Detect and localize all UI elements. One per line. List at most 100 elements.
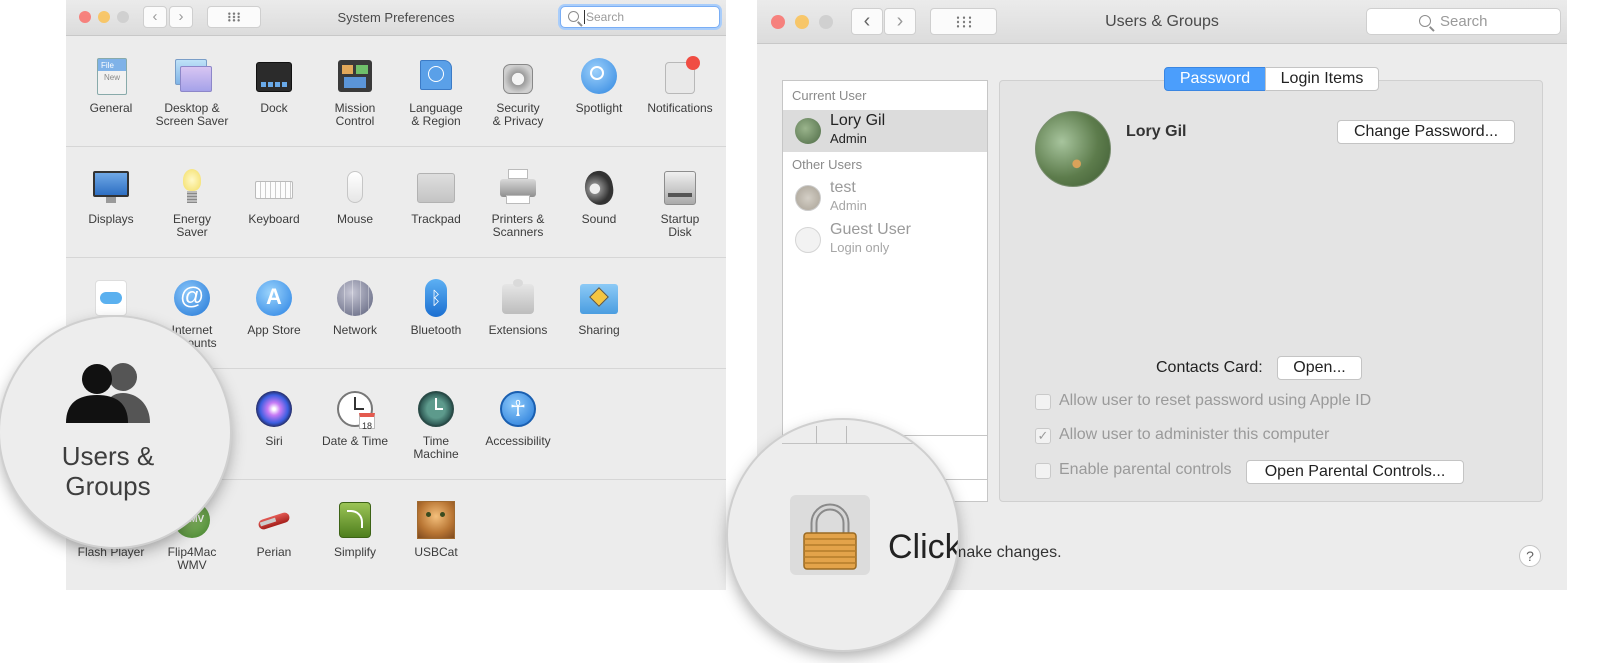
pref-label: Spotlight	[575, 101, 623, 115]
option-label: Enable parental controls	[1059, 461, 1232, 478]
pref-label: App Store	[247, 323, 301, 337]
desktop-screensaver-icon	[172, 56, 212, 96]
pref-label: Dock	[260, 101, 288, 115]
user-role: Admin	[830, 131, 867, 146]
user-name: Guest User	[830, 221, 911, 238]
magnified-list-footer	[782, 420, 958, 444]
pref-label: General	[89, 101, 133, 115]
language-region-icon	[416, 56, 456, 96]
change-password-button[interactable]: Change Password...	[1337, 120, 1515, 144]
tab-login-items[interactable]: Login Items	[1265, 67, 1379, 91]
pref-mouse[interactable]: Mouse	[314, 167, 396, 226]
titlebar: ‹ › Users & Groups Search	[757, 0, 1567, 44]
pref-label: Network	[332, 323, 377, 337]
tab-password[interactable]: Password	[1164, 67, 1266, 91]
option-label: Allow user to administer this computer	[1059, 426, 1330, 443]
pref-security-privacy[interactable]: Security & Privacy	[477, 56, 559, 128]
icloud-icon	[91, 278, 131, 318]
pref-bluetooth[interactable]: ᛒ Bluetooth	[395, 278, 477, 337]
pref-label: Sharing	[578, 323, 620, 337]
lock-magnifier[interactable]: Click	[728, 420, 958, 650]
pref-displays[interactable]: Displays	[70, 167, 152, 226]
open-parental-controls-button[interactable]: Open Parental Controls...	[1246, 460, 1464, 484]
pref-usbcat[interactable]: USBCat	[395, 500, 477, 559]
contacts-open-button[interactable]: Open...	[1277, 356, 1362, 380]
pref-general[interactable]: File New General	[70, 56, 152, 115]
checkbox-unchecked[interactable]	[1035, 463, 1051, 479]
pref-row-1: File New General Desktop & Screen Saver	[66, 36, 726, 147]
usbcat-icon	[416, 500, 456, 540]
user-name: test	[830, 179, 856, 196]
pref-network[interactable]: Network	[314, 278, 396, 337]
user-full-name: Lory Gil	[1126, 123, 1187, 140]
pref-label: Desktop & Screen Saver	[155, 101, 229, 128]
time-machine-icon	[416, 389, 456, 429]
pref-keyboard[interactable]: Keyboard	[233, 167, 315, 226]
pref-label: Bluetooth	[410, 323, 462, 337]
pref-label: Simplify	[333, 545, 376, 559]
sound-icon	[579, 167, 619, 208]
lock-button[interactable]	[790, 495, 870, 575]
startup-disk-icon	[660, 167, 700, 207]
pref-label: Date & Time	[321, 434, 389, 448]
guest-avatar-icon	[795, 227, 821, 253]
pref-label: Perian	[256, 545, 292, 559]
pref-notifications[interactable]: Notifications	[639, 56, 721, 115]
pref-app-store[interactable]: A App Store	[233, 278, 315, 337]
users-groups-magnifier[interactable]: Users & Groups	[0, 317, 230, 547]
pref-siri[interactable]: Siri	[233, 389, 315, 448]
pref-energy-saver[interactable]: Energy Saver	[151, 167, 233, 239]
pref-label: Sound	[581, 212, 617, 226]
pref-label: Mission Control	[334, 101, 376, 128]
perian-icon	[254, 500, 294, 540]
option-label: Allow user to reset password using Apple…	[1059, 392, 1372, 409]
accessibility-icon: ☥	[498, 389, 538, 429]
pref-label: Accessibility	[485, 434, 551, 448]
help-button[interactable]: ?	[1519, 545, 1541, 567]
user-picture[interactable]	[1035, 111, 1111, 187]
user-role: Admin	[830, 198, 867, 213]
siri-icon	[254, 389, 294, 429]
pref-simplify[interactable]: Simplify	[314, 500, 396, 559]
current-user-header: Current User	[792, 88, 867, 103]
internet-accounts-icon: @	[172, 278, 212, 318]
user-role: Login only	[830, 240, 890, 255]
lock-icon	[803, 503, 857, 570]
user-item-lory-gil[interactable]: Lory Gil Admin	[783, 110, 987, 152]
pref-perian[interactable]: Perian	[233, 500, 315, 559]
checkbox-unchecked[interactable]	[1035, 394, 1051, 410]
pref-trackpad[interactable]: Trackpad	[395, 167, 477, 226]
user-item-guest[interactable]: Guest User Login only	[783, 219, 987, 261]
pref-printers-scanners[interactable]: Printers & Scanners	[477, 167, 559, 239]
pref-dock[interactable]: Dock	[233, 56, 315, 115]
avatar	[795, 118, 821, 144]
pref-mission-control[interactable]: Mission Control	[314, 56, 396, 128]
pref-desktop-screen-saver[interactable]: Desktop & Screen Saver	[151, 56, 233, 128]
pref-label: Flash Player	[77, 545, 145, 559]
other-users-header: Other Users	[792, 157, 863, 172]
pref-label: Trackpad	[411, 212, 461, 226]
pref-label: USBCat	[414, 545, 458, 559]
pref-sharing[interactable]: Sharing	[558, 278, 640, 337]
search-field[interactable]: Search	[560, 6, 720, 28]
search-placeholder: Search	[584, 10, 625, 24]
pref-extensions[interactable]: Extensions	[477, 278, 559, 337]
pref-label: Time Machine	[413, 434, 459, 461]
pref-language-region[interactable]: Language & Region	[395, 56, 477, 128]
lock-click-text: Click	[888, 528, 958, 566]
pref-time-machine[interactable]: Time Machine	[395, 389, 477, 461]
search-field[interactable]: Search	[1366, 8, 1561, 35]
pref-spotlight[interactable]: Spotlight	[558, 56, 640, 115]
mission-control-icon	[335, 56, 375, 96]
pref-date-time[interactable]: 18 Date & Time	[314, 389, 396, 448]
date-time-icon: 18	[335, 389, 375, 431]
pref-sound[interactable]: Sound	[558, 167, 640, 226]
user-item-test[interactable]: test Admin	[783, 177, 987, 219]
app-store-icon: A	[254, 278, 294, 318]
pref-accessibility[interactable]: ☥ Accessibility	[477, 389, 559, 448]
pref-startup-disk[interactable]: Startup Disk	[639, 167, 721, 239]
pref-label: Displays	[88, 212, 134, 226]
extensions-icon	[498, 278, 538, 318]
checkmark-icon[interactable]: ✓	[1035, 428, 1051, 444]
pref-label: Extensions	[488, 323, 548, 337]
